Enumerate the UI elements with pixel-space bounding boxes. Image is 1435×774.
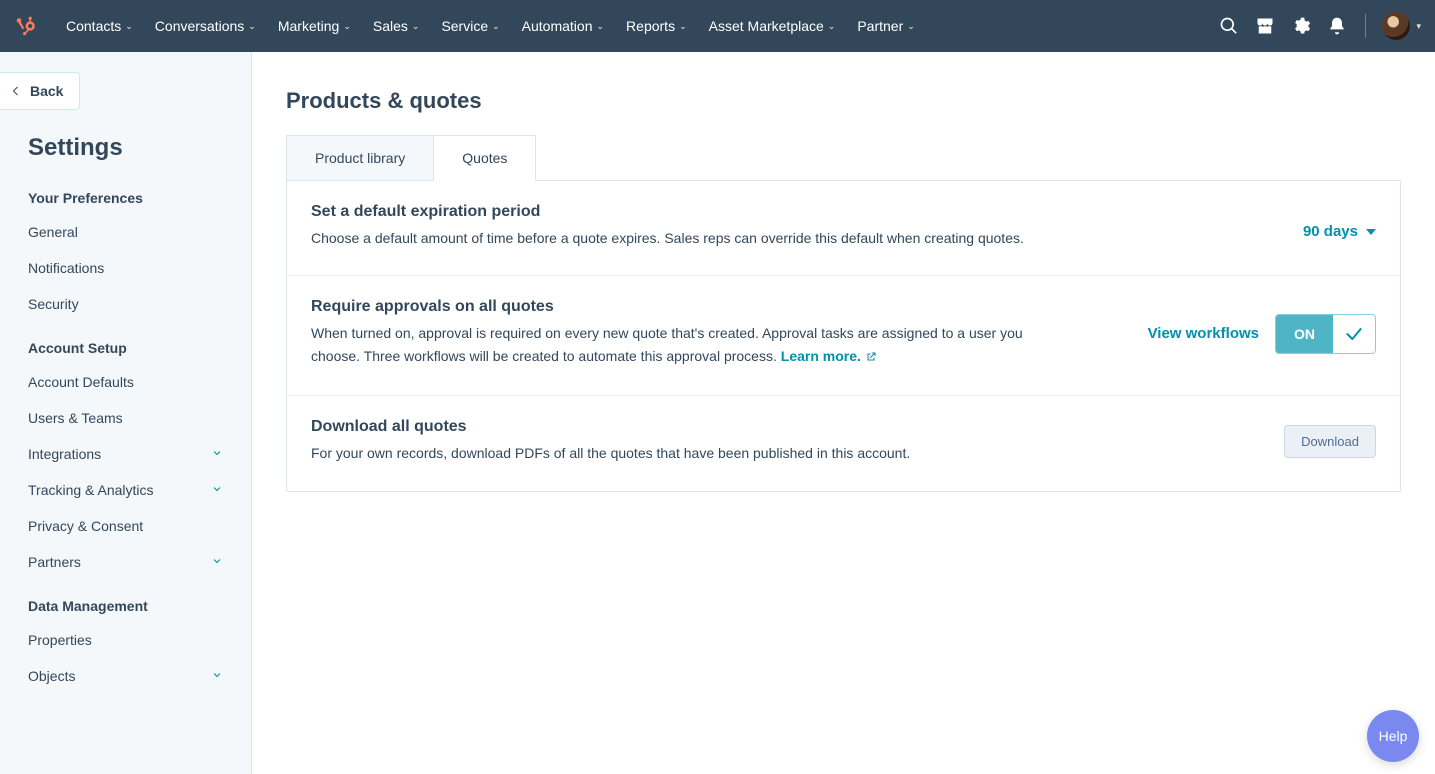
avatar-icon — [1382, 12, 1410, 40]
nav-item-label: Service — [441, 18, 488, 34]
setting-download-title: Download all quotes — [311, 418, 910, 436]
expiration-value: 90 days — [1303, 223, 1358, 240]
sidebar-item-privacy-consent[interactable]: Privacy & Consent — [0, 508, 251, 544]
chevron-down-icon: ⌄ — [492, 21, 500, 32]
sidebar-item-label: Notifications — [28, 260, 104, 276]
tab-quotes[interactable]: Quotes — [434, 135, 536, 181]
learn-more-link[interactable]: Learn more. — [781, 348, 861, 364]
setting-approvals: Require approvals on all quotes When tur… — [287, 275, 1400, 395]
sidebar-item-properties[interactable]: Properties — [0, 622, 251, 658]
sidebar-item-tracking-analytics[interactable]: Tracking & Analytics — [0, 472, 251, 508]
chevron-down-icon — [211, 554, 223, 570]
setting-expiration-desc: Choose a default amount of time before a… — [311, 227, 1024, 249]
sidebar-item-label: Objects — [28, 668, 75, 684]
sidebar-item-label: Partners — [28, 554, 81, 570]
chevron-down-icon: ⌄ — [828, 21, 836, 32]
expiration-dropdown[interactable]: 90 days — [1303, 223, 1376, 240]
nav-item-contacts[interactable]: Contacts ⌄ — [56, 10, 143, 42]
hubspot-logo-icon[interactable] — [14, 14, 38, 38]
main-content: Products & quotes Product library Quotes… — [252, 52, 1435, 774]
nav-item-label: Sales — [373, 18, 408, 34]
sidebar-title: Settings — [0, 110, 251, 172]
chevron-down-icon — [211, 668, 223, 684]
setting-expiration: Set a default expiration period Choose a… — [287, 181, 1400, 275]
setting-download-desc: For your own records, download PDFs of a… — [311, 442, 910, 464]
sidebar-item-partners[interactable]: Partners — [0, 544, 251, 580]
setting-expiration-title: Set a default expiration period — [311, 203, 1024, 221]
tab-product-library[interactable]: Product library — [286, 135, 434, 181]
chevron-down-icon: ⌄ — [412, 21, 420, 32]
sidebar-item-label: Privacy & Consent — [28, 518, 143, 534]
settings-sidebar: Back Settings Your Preferences General Not… — [0, 52, 252, 774]
sidebar-item-security[interactable]: Security — [0, 286, 251, 322]
toggle-on-label: ON — [1276, 315, 1333, 353]
search-icon[interactable] — [1215, 12, 1243, 40]
nav-item-label: Marketing — [278, 18, 339, 34]
check-icon — [1333, 315, 1375, 353]
gear-icon[interactable] — [1287, 12, 1315, 40]
nav-item-label: Automation — [522, 18, 593, 34]
chevron-down-icon — [211, 446, 223, 462]
nav-item-reports[interactable]: Reports ⌄ — [616, 10, 697, 42]
sidebar-section-data-management: Data Management — [0, 580, 251, 622]
sidebar-item-label: Security — [28, 296, 79, 312]
top-nav: Contacts⌄Conversations⌄Marketing⌄Sales⌄S… — [0, 0, 1435, 52]
download-button[interactable]: Download — [1284, 425, 1376, 458]
nav-divider — [1365, 14, 1366, 38]
sidebar-item-notifications[interactable]: Notifications — [0, 250, 251, 286]
sidebar-item-users-teams[interactable]: Users & Teams — [0, 400, 251, 436]
sidebar-item-objects[interactable]: Objects — [0, 658, 251, 694]
setting-download: Download all quotes For your own records… — [287, 395, 1400, 490]
external-link-icon — [865, 347, 877, 369]
sidebar-item-label: Account Defaults — [28, 374, 134, 390]
account-menu[interactable]: ▾ — [1382, 12, 1421, 40]
marketplace-icon[interactable] — [1251, 12, 1279, 40]
setting-approvals-title: Require approvals on all quotes — [311, 298, 1031, 316]
nav-item-label: Partner — [857, 18, 903, 34]
nav-item-marketing[interactable]: Marketing ⌄ — [268, 10, 361, 42]
nav-item-service[interactable]: Service ⌄ — [431, 10, 509, 42]
sidebar-item-label: Properties — [28, 632, 92, 648]
bell-icon[interactable] — [1323, 12, 1351, 40]
nav-items: Contacts⌄Conversations⌄Marketing⌄Sales⌄S… — [56, 10, 925, 42]
sidebar-item-label: Tracking & Analytics — [28, 482, 154, 498]
nav-item-label: Reports — [626, 18, 675, 34]
view-workflows-link[interactable]: View workflows — [1148, 325, 1259, 342]
chevron-down-icon: ▾ — [1416, 21, 1421, 32]
page-title: Products & quotes — [286, 88, 1401, 114]
nav-item-label: Contacts — [66, 18, 121, 34]
nav-item-label: Conversations — [155, 18, 245, 34]
settings-panel: Set a default expiration period Choose a… — [286, 180, 1401, 492]
nav-item-asset-marketplace[interactable]: Asset Marketplace ⌄ — [699, 10, 846, 42]
sidebar-item-label: Users & Teams — [28, 410, 123, 426]
chevron-down-icon: ⌄ — [907, 21, 915, 32]
chevron-down-icon: ⌄ — [597, 21, 605, 32]
sidebar-item-account-defaults[interactable]: Account Defaults — [0, 364, 251, 400]
sidebar-item-label: General — [28, 224, 78, 240]
nav-item-sales[interactable]: Sales ⌄ — [363, 10, 430, 42]
tabs: Product library Quotes — [286, 134, 1401, 180]
chevron-down-icon — [211, 482, 223, 498]
back-label: Back — [30, 83, 63, 99]
nav-item-partner[interactable]: Partner ⌄ — [847, 10, 924, 42]
caret-down-icon — [1366, 229, 1376, 235]
chevron-left-icon — [10, 85, 22, 97]
chevron-down-icon: ⌄ — [125, 21, 133, 32]
nav-item-label: Asset Marketplace — [709, 18, 824, 34]
nav-item-conversations[interactable]: Conversations⌄ — [145, 10, 266, 42]
chevron-down-icon: ⌄ — [248, 21, 256, 32]
chevron-down-icon: ⌄ — [343, 21, 351, 32]
sidebar-item-label: Integrations — [28, 446, 101, 462]
sidebar-section-your-preferences: Your Preferences — [0, 172, 251, 214]
sidebar-section-account-setup: Account Setup — [0, 322, 251, 364]
setting-approvals-desc: When turned on, approval is required on … — [311, 322, 1031, 369]
sidebar-item-general[interactable]: General — [0, 214, 251, 250]
nav-item-automation[interactable]: Automation ⌄ — [512, 10, 614, 42]
approvals-toggle[interactable]: ON — [1275, 314, 1376, 354]
chevron-down-icon: ⌄ — [679, 21, 687, 32]
help-button[interactable]: Help — [1367, 710, 1419, 762]
sidebar-item-integrations[interactable]: Integrations — [0, 436, 251, 472]
back-button[interactable]: Back — [0, 72, 80, 110]
